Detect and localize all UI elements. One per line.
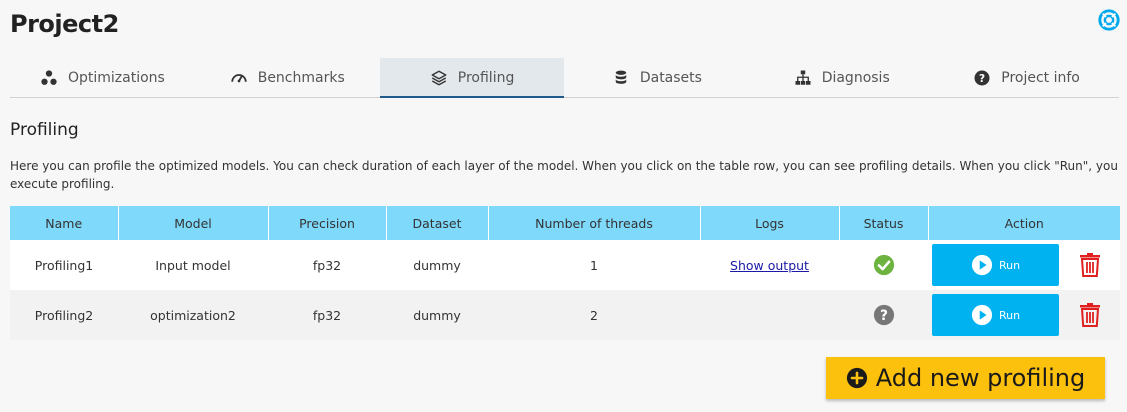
column-header-action: Action xyxy=(928,206,1120,240)
section-description: Here you can profile the optimized model… xyxy=(10,159,1118,191)
database-icon xyxy=(615,70,627,84)
check-circle-icon xyxy=(873,254,894,276)
tab-label: Datasets xyxy=(639,69,702,86)
cell-model: optimization2 xyxy=(118,290,268,340)
add-new-profiling-button[interactable]: Add new profiling xyxy=(826,357,1105,399)
cell-dataset: dummy xyxy=(386,240,488,290)
trash-icon[interactable] xyxy=(1079,303,1101,327)
cell-action: Run xyxy=(928,290,1120,340)
cell-logs xyxy=(700,290,839,340)
tab-label: Diagnosis xyxy=(821,69,890,86)
cell-precision: fp32 xyxy=(268,240,386,290)
svg-text:?: ? xyxy=(880,308,888,324)
run-button[interactable]: Run xyxy=(932,294,1059,336)
tab-label: Optimizations xyxy=(67,69,165,86)
column-header-threads: Number of threads xyxy=(488,206,701,240)
cell-threads: 1 xyxy=(488,240,700,290)
cell-status xyxy=(839,240,928,290)
tab-project-info[interactable]: ? Project info xyxy=(934,58,1119,97)
cell-threads: 2 xyxy=(488,290,700,340)
tab-diagnosis[interactable]: Diagnosis xyxy=(749,58,934,97)
tab-label: Benchmarks xyxy=(257,69,345,86)
cell-logs: Show output xyxy=(700,240,839,290)
column-header-dataset: Dataset xyxy=(386,206,489,240)
sitemap-icon xyxy=(795,70,811,85)
layers-icon xyxy=(431,70,447,85)
column-header-model: Model xyxy=(118,206,269,240)
tab-benchmarks[interactable]: Benchmarks xyxy=(195,58,380,97)
cell-name: Profiling1 xyxy=(10,240,118,290)
play-icon xyxy=(971,304,993,326)
tab-label: Profiling xyxy=(457,69,515,86)
trash-icon[interactable] xyxy=(1079,253,1101,277)
run-button[interactable]: Run xyxy=(932,244,1059,286)
lifebuoy-icon[interactable] xyxy=(1098,9,1120,31)
play-icon xyxy=(971,254,993,276)
tab-profiling[interactable]: Profiling xyxy=(379,58,565,98)
gauge-icon xyxy=(231,73,247,82)
cell-model: Input model xyxy=(118,240,268,290)
plus-circle-icon xyxy=(846,367,867,389)
show-output-link[interactable]: Show output xyxy=(730,258,809,273)
table-row[interactable]: Profiling1 Input model fp32 dummy 1 Show… xyxy=(10,240,1120,290)
run-button-label: Run xyxy=(998,308,1021,322)
column-header-precision: Precision xyxy=(268,206,387,240)
tab-bar: Optimizations Benchmarks Profiling Datas… xyxy=(10,58,1119,98)
question-circle-icon: ? xyxy=(974,70,990,85)
svg-text:?: ? xyxy=(979,72,985,84)
section-title: Profiling xyxy=(10,120,79,140)
run-button-label: Run xyxy=(998,258,1021,272)
tab-datasets[interactable]: Datasets xyxy=(564,58,749,97)
profiling-table: Name Model Precision Dataset Number of t… xyxy=(10,206,1120,340)
tab-optimizations[interactable]: Optimizations xyxy=(10,58,195,97)
question-status-icon: ? xyxy=(873,304,894,326)
cell-name: Profiling2 xyxy=(10,290,118,340)
molecule-icon xyxy=(41,69,57,85)
cell-status: ? xyxy=(839,290,928,340)
column-header-status: Status xyxy=(839,206,929,240)
cell-action: Run xyxy=(928,240,1120,290)
cell-dataset: dummy xyxy=(386,290,488,340)
column-header-logs: Logs xyxy=(700,206,840,240)
page-title: Project2 xyxy=(10,10,119,38)
tab-label: Project info xyxy=(1001,69,1080,86)
table-header-row: Name Model Precision Dataset Number of t… xyxy=(10,206,1120,240)
column-header-name: Name xyxy=(10,206,119,240)
cell-precision: fp32 xyxy=(268,290,386,340)
add-button-label: Add new profiling xyxy=(875,364,1086,392)
table-row[interactable]: Profiling2 optimization2 fp32 dummy 2 ? … xyxy=(10,290,1120,340)
